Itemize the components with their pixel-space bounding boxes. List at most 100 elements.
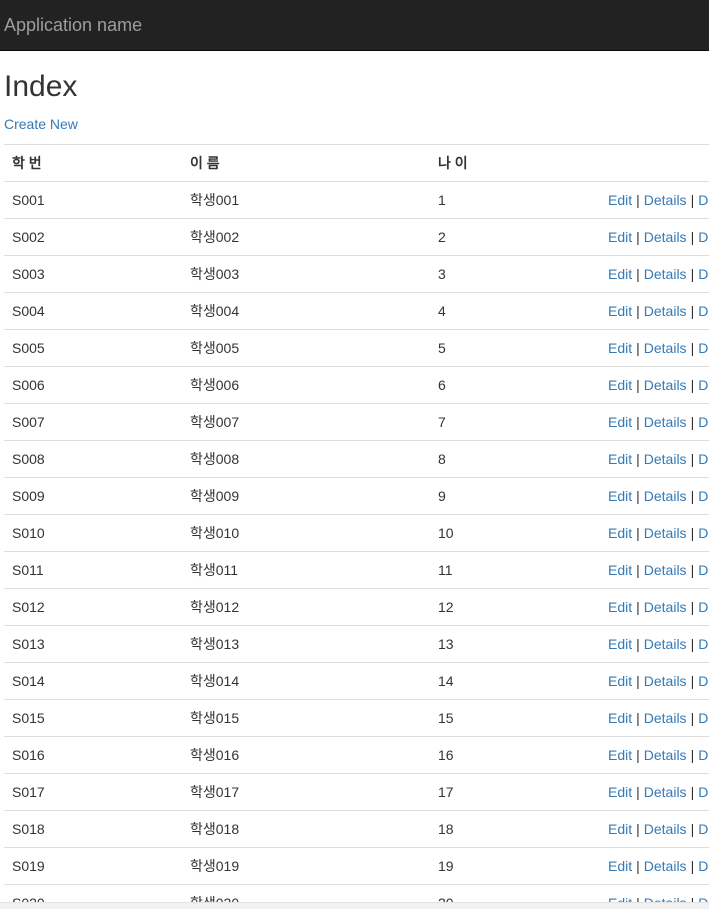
details-link[interactable]: Details xyxy=(644,858,687,874)
action-separator: | xyxy=(636,599,640,615)
cell-student-id: S011 xyxy=(4,551,182,589)
page-title: Index xyxy=(4,70,78,103)
details-link[interactable]: Details xyxy=(644,377,687,393)
details-link[interactable]: Details xyxy=(644,821,687,837)
cell-name: 학생009 xyxy=(182,477,430,515)
header-age: 나 이 xyxy=(430,144,596,182)
edit-link[interactable]: Edit xyxy=(608,377,632,393)
action-separator: | xyxy=(636,414,640,430)
edit-link[interactable]: Edit xyxy=(608,895,632,902)
action-separator: | xyxy=(636,525,640,541)
edit-link[interactable]: Edit xyxy=(608,858,632,874)
cell-age: 8 xyxy=(430,440,596,478)
edit-link[interactable]: Edit xyxy=(608,340,632,356)
cell-age: 13 xyxy=(430,625,596,663)
action-separator: | xyxy=(690,377,695,393)
cell-actions: Edit|Details|Delete xyxy=(596,551,709,589)
table-row: S018학생01818Edit|Details|Delete xyxy=(4,810,709,848)
delete-link[interactable]: Delete xyxy=(698,599,709,615)
cell-name: 학생013 xyxy=(182,625,430,663)
action-separator: | xyxy=(691,895,695,902)
edit-link[interactable]: Edit xyxy=(608,303,632,319)
cell-name: 학생011 xyxy=(182,551,430,589)
details-link[interactable]: Details xyxy=(644,303,687,319)
table-row: S014학생01414Edit|Details|Delete xyxy=(4,662,709,700)
delete-link[interactable]: Delete xyxy=(698,488,709,504)
edit-link[interactable]: Edit xyxy=(608,192,632,208)
edit-link[interactable]: Edit xyxy=(608,747,632,763)
edit-link[interactable]: Edit xyxy=(608,488,632,504)
details-link[interactable]: Details xyxy=(644,229,687,245)
action-separator: | xyxy=(636,747,640,763)
details-link[interactable]: Details xyxy=(644,636,687,652)
delete-link[interactable]: Delete xyxy=(698,858,709,874)
edit-link[interactable]: Edit xyxy=(608,414,632,430)
delete-link[interactable]: Delete xyxy=(698,710,709,726)
cell-student-id: S013 xyxy=(4,625,182,663)
cell-actions: Edit|Details|Delete xyxy=(596,625,709,663)
details-link[interactable]: Details xyxy=(644,340,687,356)
edit-link[interactable]: Edit xyxy=(608,673,632,689)
delete-link[interactable]: Delete xyxy=(698,451,709,467)
app-brand-link[interactable]: Application name xyxy=(4,15,142,35)
delete-link[interactable]: Delete xyxy=(698,266,709,282)
cell-actions: Edit|Details|Delete xyxy=(596,403,709,441)
action-separator: | xyxy=(690,488,695,504)
edit-link[interactable]: Edit xyxy=(608,266,632,282)
cell-actions: Edit|Details|Delete xyxy=(596,329,709,367)
edit-link[interactable]: Edit xyxy=(608,784,632,800)
cell-age: 14 xyxy=(430,662,596,700)
cell-age: 18 xyxy=(430,810,596,848)
delete-link[interactable]: Delete xyxy=(698,192,709,208)
delete-link[interactable]: Delete xyxy=(698,562,709,578)
cell-student-id: S016 xyxy=(4,736,182,774)
edit-link[interactable]: Edit xyxy=(608,525,632,541)
action-separator: | xyxy=(636,192,640,208)
details-link[interactable]: Details xyxy=(644,192,687,208)
create-new-link[interactable]: Create New xyxy=(4,115,78,133)
delete-link[interactable]: Delete xyxy=(698,525,709,541)
delete-link[interactable]: Delete xyxy=(698,895,709,902)
details-link[interactable]: Details xyxy=(644,673,687,689)
cell-actions: Edit|Details|Delete xyxy=(596,292,709,330)
delete-link[interactable]: Delete xyxy=(698,636,709,652)
edit-link[interactable]: Edit xyxy=(608,229,632,245)
edit-link[interactable]: Edit xyxy=(608,821,632,837)
delete-link[interactable]: Delete xyxy=(698,229,709,245)
table-row: S008학생0088Edit|Details|Delete xyxy=(4,440,709,478)
details-link[interactable]: Details xyxy=(644,599,687,615)
edit-link[interactable]: Edit xyxy=(608,599,632,615)
cell-actions: Edit|Details|Delete xyxy=(596,588,709,626)
cell-age: 10 xyxy=(430,514,596,552)
delete-link[interactable]: Delete xyxy=(698,673,709,689)
action-separator: | xyxy=(690,636,695,652)
delete-link[interactable]: Delete xyxy=(698,821,709,837)
details-link[interactable]: Details xyxy=(644,525,687,541)
action-separator: | xyxy=(636,229,640,245)
details-link[interactable]: Details xyxy=(644,784,687,800)
delete-link[interactable]: Delete xyxy=(698,303,709,319)
details-link[interactable]: Details xyxy=(644,562,687,578)
cell-actions: Edit|Details|Delete xyxy=(596,181,709,219)
edit-link[interactable]: Edit xyxy=(608,562,632,578)
edit-link[interactable]: Edit xyxy=(608,636,632,652)
cell-student-id: S009 xyxy=(4,477,182,515)
edit-link[interactable]: Edit xyxy=(608,451,632,467)
details-link[interactable]: Details xyxy=(644,488,687,504)
details-link[interactable]: Details xyxy=(644,747,687,763)
cell-name: 학생003 xyxy=(182,255,430,293)
edit-link[interactable]: Edit xyxy=(608,710,632,726)
details-link[interactable]: Details xyxy=(644,414,687,430)
delete-link[interactable]: Delete xyxy=(698,784,709,800)
details-link[interactable]: Details xyxy=(644,451,687,467)
details-link[interactable]: Details xyxy=(644,895,687,902)
delete-link[interactable]: Delete xyxy=(698,747,709,763)
details-link[interactable]: Details xyxy=(644,266,687,282)
cell-age: 1 xyxy=(430,181,596,219)
delete-link[interactable]: Delete xyxy=(698,377,709,393)
delete-link[interactable]: Delete xyxy=(698,414,709,430)
details-link[interactable]: Details xyxy=(644,710,687,726)
action-separator: | xyxy=(690,229,695,245)
delete-link[interactable]: Delete xyxy=(698,340,709,356)
horizontal-scrollbar[interactable] xyxy=(0,902,709,909)
